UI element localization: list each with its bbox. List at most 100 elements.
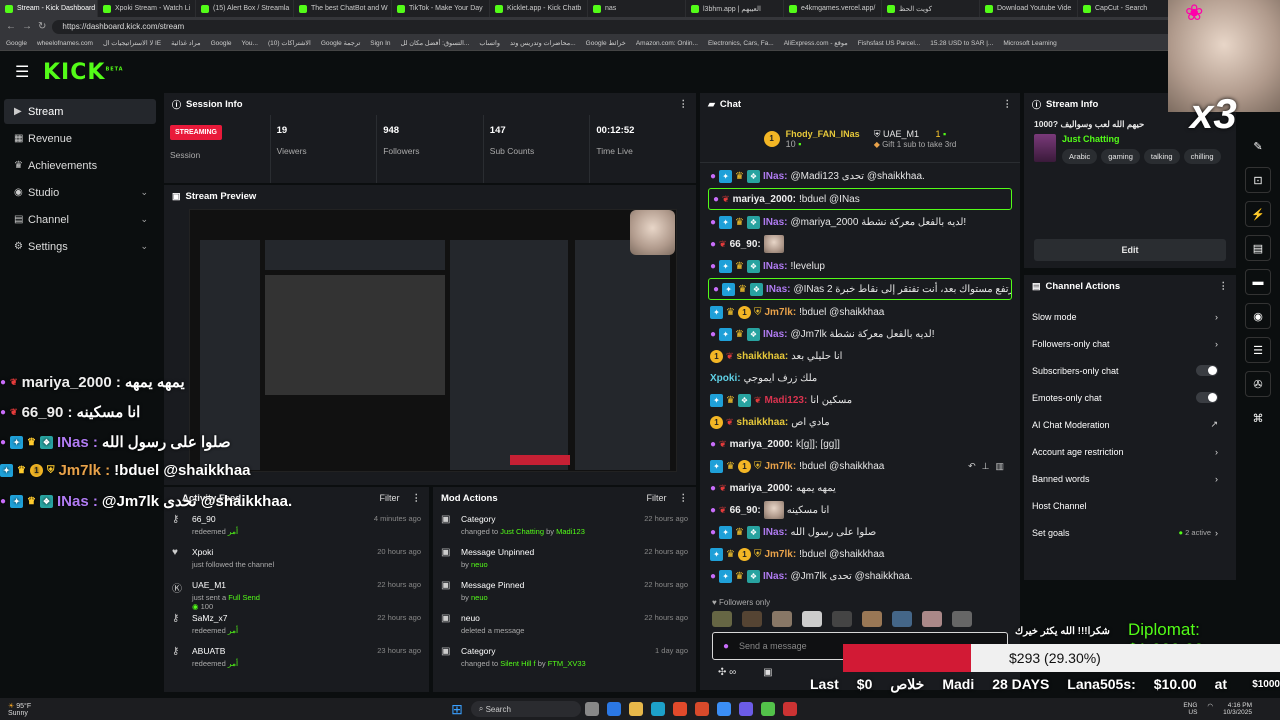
reply-icon[interactable]: ↶: [968, 461, 982, 471]
bookmark-item[interactable]: Amazon.com: Onlin...: [636, 40, 698, 47]
chat-username[interactable]: Xpoki:: [710, 373, 741, 384]
sidebar-item-achievements[interactable]: ♛ Achievements: [4, 153, 156, 178]
sidebar-item-settings[interactable]: ⚙ Settings ⌄: [4, 234, 156, 259]
browser-tab[interactable]: The best ChatBot and W: [294, 0, 392, 17]
more-options-icon[interactable]: ⋮: [412, 493, 422, 504]
mod-filter-button[interactable]: Filter: [647, 493, 667, 503]
sidebar-item-revenue[interactable]: ▦ Revenue: [4, 126, 156, 151]
copilot-icon[interactable]: [606, 702, 621, 716]
chat-message[interactable]: ● ✦ ♛ ❖ INas: @Jm7lk تحدى @shaikkhaa.: [700, 565, 1020, 587]
toggle-switch[interactable]: [1196, 392, 1218, 403]
stream-preview-video[interactable]: [189, 209, 677, 472]
mic-icon[interactable]: ●: [723, 641, 729, 652]
activity-item[interactable]: Ⓚ UAE_M1 just sent a Full Send ◉ 100 22 hour…: [164, 575, 429, 611]
bookmark-item[interactable]: wheelofnames.com: [37, 40, 93, 47]
browser-tab[interactable]: Stream - Kick Dashboard: [0, 0, 98, 17]
bookmark-item[interactable]: AliExpress.com - موقع: [784, 39, 848, 47]
chat-message[interactable]: ● ✦ ♛ ❖ INas: @Madi123 تحدى @shaikkhaa.: [700, 165, 1020, 187]
channel-action-emotes-only-chat[interactable]: Emotes-only chat: [1024, 384, 1236, 411]
bookmark-item[interactable]: 15.28 USD to SAR |...: [930, 40, 993, 47]
chat-username[interactable]: shaikkhaa:: [737, 417, 789, 428]
tag-chip[interactable]: chilling: [1183, 149, 1221, 164]
chatter-avatar[interactable]: [712, 611, 732, 627]
chat-message[interactable]: ● ❦ 66_90:: [700, 233, 1020, 255]
browser-tab[interactable]: TikTok - Make Your Day: [392, 0, 490, 17]
wifi-icon[interactable]: ◠: [1207, 702, 1213, 716]
chatter-avatar[interactable]: [862, 611, 882, 627]
wrench-icon[interactable]: ✇: [1245, 371, 1271, 397]
bookmark-item[interactable]: التسوق: أفضل مكان لل...: [401, 39, 470, 47]
chatter-avatar[interactable]: [742, 611, 762, 627]
mod-action-item[interactable]: ▣ Message Unpinned by neuo 22 hours ago: [433, 542, 696, 575]
bookmark-item[interactable]: محاضرات وتدريس وتد...: [510, 39, 576, 47]
bookmark-item[interactable]: واتساب: [479, 39, 500, 47]
activity-item[interactable]: ⚷ SaMz_x7 redeemed أمر 22 hours ago: [164, 608, 429, 641]
channel-action-slow-mode[interactable]: Slow mode ›: [1024, 303, 1236, 330]
chatter-avatar[interactable]: [952, 611, 972, 627]
taskbar-search[interactable]: ⌕ Search: [470, 701, 581, 717]
chatter-avatar[interactable]: [892, 611, 912, 627]
chrome-icon[interactable]: [672, 702, 687, 716]
chat-username[interactable]: mariya_2000:: [730, 483, 793, 494]
reload-icon[interactable]: ↻: [38, 21, 46, 32]
chat-username[interactable]: mariya_2000:: [730, 439, 793, 450]
activity-item[interactable]: ⚷ ABUATB redeemed أمر 23 hours ago: [164, 641, 429, 674]
bookmark-item[interactable]: الاشتراكات (10): [268, 39, 311, 47]
discord-icon[interactable]: [738, 702, 753, 716]
edit-stream-button[interactable]: Edit: [1034, 239, 1226, 261]
browser-tab[interactable]: e4kmgames.vercel.app/: [784, 0, 882, 17]
chat-username[interactable]: shaikkhaa:: [737, 351, 789, 362]
browser-tab[interactable]: CapCut - Search: [1078, 0, 1176, 17]
chat-username[interactable]: INas:: [763, 527, 787, 538]
chat-message[interactable]: ● ❦ mariya_2000: k[g]]; [gg]]: [700, 433, 1020, 455]
tag-chip[interactable]: gaming: [1101, 149, 1140, 164]
toggle-switch[interactable]: [1196, 365, 1218, 376]
browser-tab[interactable]: كويت الحظ: [882, 0, 980, 17]
clock[interactable]: 4:16 PM 10/3/2025: [1223, 702, 1252, 716]
broadcast-icon[interactable]: ◉: [1245, 303, 1271, 329]
chat-message[interactable]: ● ✦ ♛ ❖ INas: صلوا على رسول الله: [700, 521, 1020, 543]
chat-username[interactable]: Jm7lk:: [764, 461, 796, 472]
chat-message[interactable]: ● ❦ 66_90: انا مسكينه: [700, 499, 1020, 521]
mod-action-item[interactable]: ▣ Category changed to Silent Hill f by FTM…: [433, 641, 696, 674]
chat-message[interactable]: ●✦♛❖INas:@INas لم ترتفع مستواك بعد، أنت …: [708, 278, 1012, 300]
edge-icon[interactable]: [650, 702, 665, 716]
more-options-icon[interactable]: ⋮: [1219, 281, 1229, 292]
channel-action-banned-words[interactable]: Banned words ›: [1024, 465, 1236, 492]
list-icon[interactable]: ☰: [1245, 337, 1271, 363]
file-explorer-icon[interactable]: [628, 702, 643, 716]
mod-action-item[interactable]: ▣ neuo deleted a message 22 hours ago: [433, 608, 696, 641]
chat-username[interactable]: Jm7lk:: [764, 549, 796, 560]
bookmark-item[interactable]: Google: [211, 40, 232, 47]
chatter-avatar[interactable]: [772, 611, 792, 627]
bookmark-item[interactable]: لا الاستراتيجيات ال IE: [103, 39, 161, 47]
bookmark-item[interactable]: You...: [242, 40, 258, 47]
channel-action-account-age-restriction[interactable]: Account age restriction ›: [1024, 438, 1236, 465]
gift-icon[interactable]: ▣: [763, 667, 772, 678]
bookmark-item[interactable]: مراد غذائية: [171, 39, 200, 47]
bookmark-item[interactable]: Microsoft Learning: [1003, 40, 1056, 47]
activity-item[interactable]: ⚷ 66_90 redeemed أمر 4 minutes ago: [164, 509, 429, 542]
task-view-icon[interactable]: [584, 702, 599, 716]
leader-2[interactable]: ⛨ UAE_M1 1 ▪ ◆ Gift 1 sub to take 3rd: [874, 129, 957, 149]
chat-username[interactable]: 66_90:: [730, 239, 761, 250]
chatter-avatar[interactable]: [922, 611, 942, 627]
chat-username[interactable]: INas:: [763, 217, 787, 228]
leader-1[interactable]: Fhody_FAN_INas 10 ▪: [786, 129, 860, 149]
channel-action-subscribers-only-chat[interactable]: Subscribers-only chat: [1024, 357, 1236, 384]
channel-action-host-channel[interactable]: Host Channel: [1024, 492, 1236, 519]
chat-username[interactable]: 66_90:: [730, 505, 761, 516]
bookmark-item[interactable]: Google ترجمة: [321, 39, 360, 47]
chat-bubble-icon[interactable]: ▬: [1245, 269, 1271, 295]
chat-message[interactable]: ✦ ♛ 1 ⛨ Jm7lk: !bduel @shaikkhaa ↶⊥▥: [700, 455, 1020, 477]
delete-icon[interactable]: ▥: [995, 461, 1010, 471]
bookmark-item[interactable]: Electronics, Cars, Fa...: [708, 40, 774, 47]
chat-message[interactable]: 1 ❦ shaikkhaa: مادي اص: [700, 411, 1020, 433]
sidebar-item-stream[interactable]: ▶ Stream: [4, 99, 156, 124]
channel-action-set-goals[interactable]: Set goals ● 2 active ›: [1024, 519, 1236, 546]
chat-username[interactable]: Madi123:: [765, 395, 808, 406]
weather-widget[interactable]: ☀ 95°F Sunny: [8, 702, 31, 717]
bookmark-item[interactable]: Google: [6, 40, 27, 47]
bookmark-item[interactable]: Google خرائط: [586, 39, 626, 47]
edit-icon[interactable]: ✎: [1245, 133, 1271, 159]
